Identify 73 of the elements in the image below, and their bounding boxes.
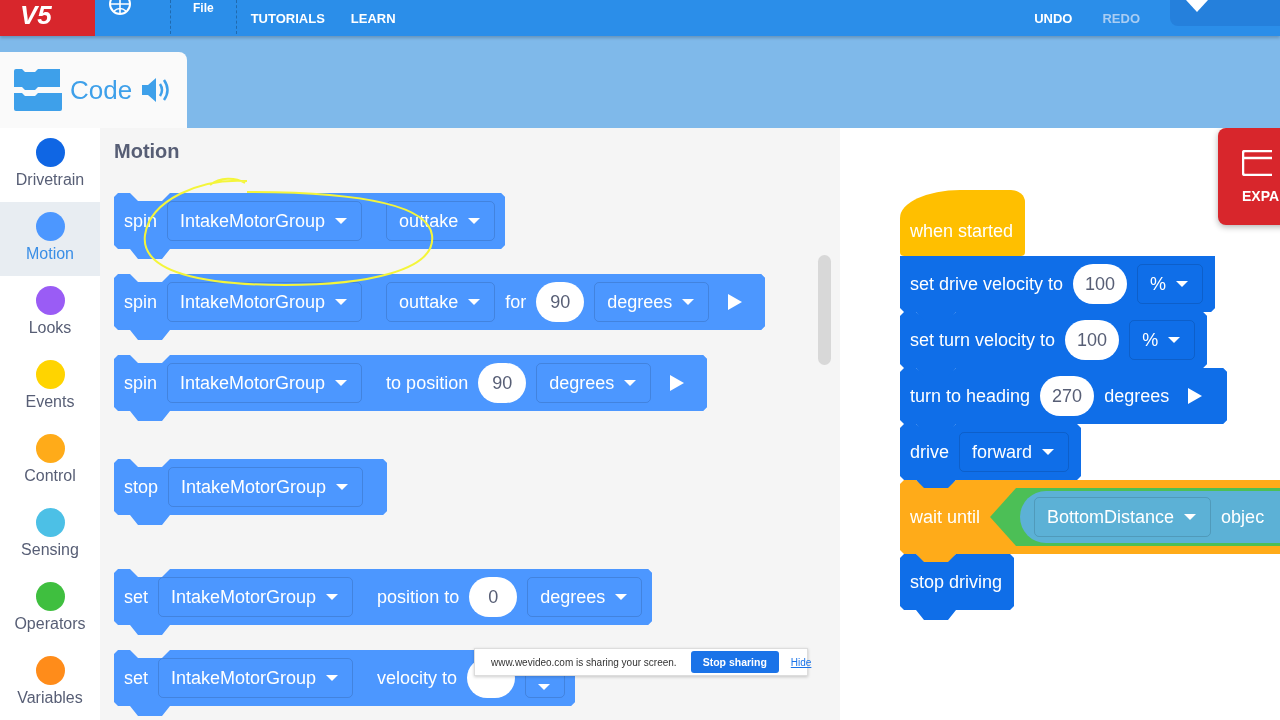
code-block[interactable]: stop driving [900,554,1015,620]
category-label: Variables [17,689,83,707]
category-label: Looks [28,319,72,337]
undo-button[interactable]: UNDO [1034,11,1073,26]
category-label: Events [25,393,75,411]
block-label: set turn velocity to [910,329,1056,351]
block-label: for [505,291,527,313]
block-dropdown[interactable]: BottomDistance [1034,497,1212,537]
number-field[interactable]: 100 [1073,264,1128,304]
category-item[interactable]: Variables [0,646,100,720]
block-dropdown[interactable]: degrees [594,282,710,322]
category-label: Control [24,467,76,485]
block-dropdown[interactable]: IntakeMotorGroup [158,658,354,698]
block-label: spin [124,372,158,394]
block-label: to position [386,372,469,394]
hide-link[interactable]: Hide [790,656,812,668]
block-label: degrees [1104,385,1170,407]
block-label: set [124,586,148,608]
code-block[interactable]: spin IntakeMotorGroup outtake for 90 degrees [114,274,766,340]
code-block[interactable]: turn to heading 270 degrees [900,368,1228,434]
number-field[interactable]: 90 [478,363,527,403]
category-item[interactable]: Drivetrain [0,128,100,202]
category-label: Sensing [21,541,79,559]
sensor-block[interactable]: BottomDistance objec [1020,491,1280,543]
category-item[interactable]: Sensing [0,498,100,572]
number-field[interactable]: 270 [1040,376,1095,416]
block-label: stop driving [910,571,1003,593]
block-label: turn to heading [910,385,1031,407]
block-label: velocity to [377,667,458,689]
category-label: Operators [14,615,86,633]
block-dropdown[interactable]: degrees [527,577,643,617]
code-block[interactable]: stop IntakeMotorGroup [114,459,388,525]
number-field[interactable]: 100 [1065,320,1120,360]
tab-label: Code [70,74,133,106]
stop-sharing-button[interactable]: Stop sharing [690,651,779,673]
code-block[interactable]: wait until BottomDistance objec [900,480,1280,564]
block-label: objec [1221,506,1265,528]
category-item[interactable]: Operators [0,572,100,646]
number-field[interactable]: 90 [536,282,585,322]
block-label: wait until [910,506,981,528]
block-dropdown[interactable]: IntakeMotorGroup [168,467,364,507]
block-dropdown[interactable]: forward [959,432,1070,472]
block-dropdown[interactable]: degrees [536,363,652,403]
category-item[interactable]: Control [0,424,100,498]
code-tab[interactable]: Code [0,52,187,128]
block-dropdown[interactable]: % [1137,264,1204,304]
block-label: spin [124,291,158,313]
block-dropdown[interactable]: IntakeMotorGroup [167,201,363,241]
block-label: position to [377,586,460,608]
block-label: when started [910,220,1014,242]
block-label: set [124,667,148,689]
section-heading: Motion [114,140,181,163]
category-item[interactable]: Motion [0,202,100,276]
category-item[interactable]: Events [0,350,100,424]
block-label: set drive velocity to [910,273,1064,295]
category-label: Motion [26,245,74,263]
block-dropdown[interactable]: outtake [386,282,496,322]
code-block[interactable]: set IntakeMotorGroup position to 0 degrees [114,569,653,635]
block-label: drive [910,441,949,463]
category-item[interactable]: Looks [0,276,100,350]
number-field[interactable]: 0 [469,577,518,617]
category-label: Drivetrain [15,171,85,189]
block-dropdown[interactable]: IntakeMotorGroup [167,363,363,403]
block-dropdown[interactable]: IntakeMotorGroup [158,577,354,617]
nav-link[interactable]: LEARN [350,11,396,26]
file-menu[interactable]: File [193,1,214,15]
block-label: stop [124,476,159,498]
expand-button[interactable]: EXPA [1218,128,1280,225]
nav-link[interactable]: TUTORIALS [250,11,325,26]
block-dropdown[interactable]: % [1129,320,1196,360]
code-block[interactable]: spin IntakeMotorGroup to position 90 degrees [114,355,708,421]
logo: V5 [0,0,95,36]
block-dropdown[interactable]: IntakeMotorGroup [167,282,363,322]
